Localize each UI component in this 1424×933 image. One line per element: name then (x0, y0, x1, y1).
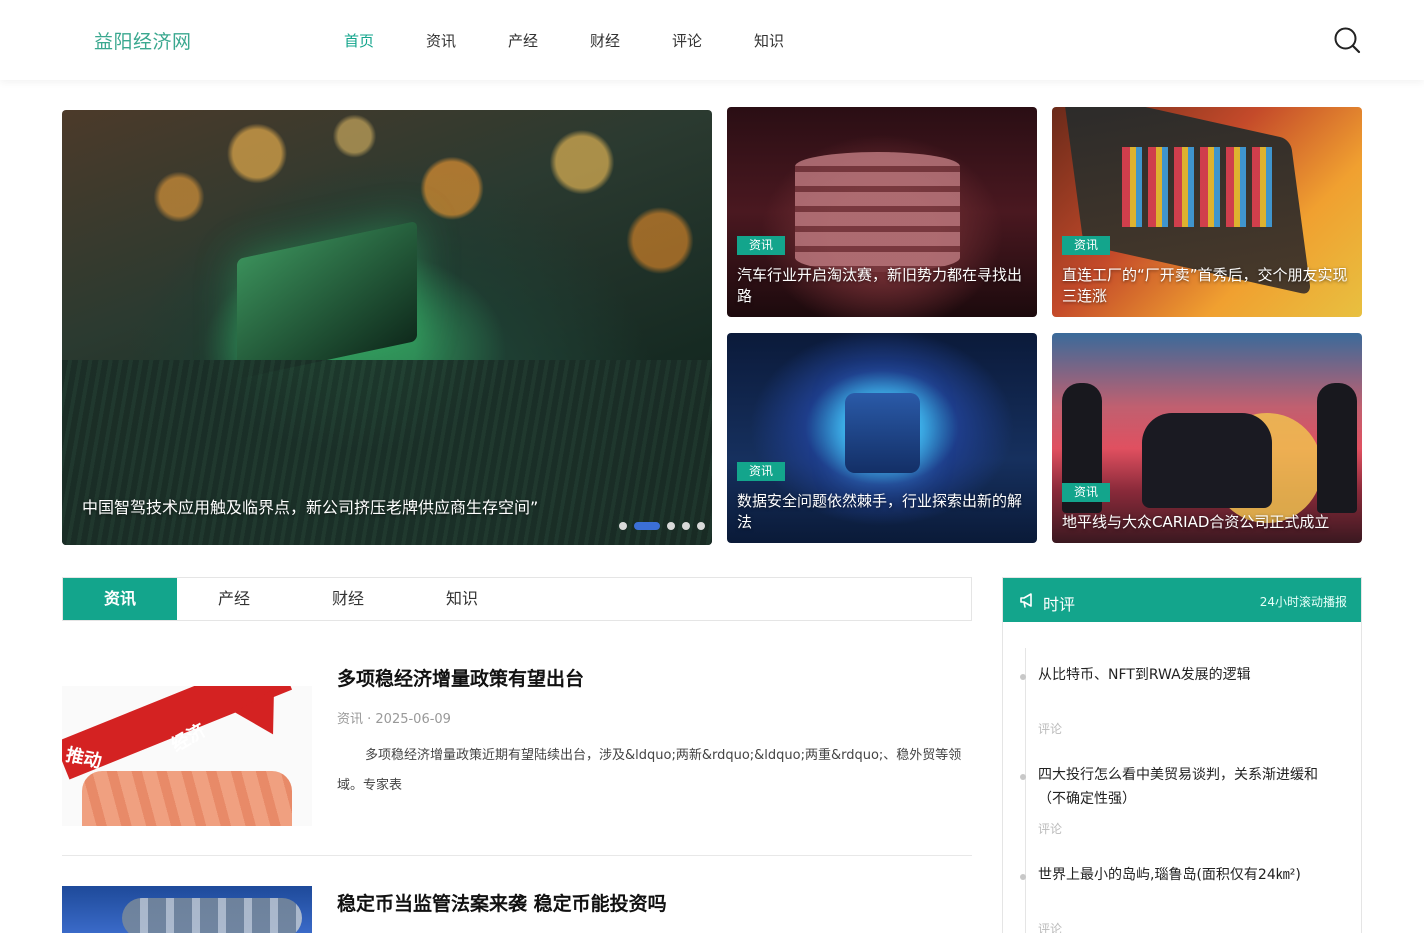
comment-item[interactable]: 从比特币、NFT到RWA发展的逻辑 (1038, 663, 1338, 687)
main-nav: 首页 资讯 产经 财经 评论 知识 (344, 30, 836, 51)
lock-icon (845, 393, 920, 473)
comment-tag[interactable]: 评论 (1038, 920, 1062, 933)
card-image-bars (1122, 147, 1272, 227)
slider-dots (615, 522, 708, 530)
search-icon[interactable] (1333, 26, 1361, 54)
card-image-stack (795, 152, 960, 272)
megaphone-icon (1020, 593, 1032, 608)
feature-card-auto[interactable]: 资讯 汽车行业开启淘汰赛，新旧势力都在寻找出路 (727, 107, 1037, 317)
hero-title[interactable]: 中国智驾技术应用触及临界点，新公司挤压老牌供应商生存空间” (82, 494, 538, 518)
timeline-dot (1020, 774, 1026, 780)
sidebar-title: 时评 (1043, 595, 1076, 614)
timeline-line (1025, 648, 1026, 933)
thumb-image-hands (82, 771, 292, 826)
timeline-dot (1020, 874, 1026, 880)
article-title[interactable]: 稳定币当监管法案来袭 稳定币能投资吗 (337, 889, 667, 916)
card-title[interactable]: 汽车行业开启淘汰赛，新旧势力都在寻找出路 (737, 265, 1027, 307)
nav-item-finance[interactable]: 财经 (590, 30, 672, 51)
site-header: 益阳经济网 首页 资讯 产经 财经 评论 知识 (0, 0, 1424, 80)
card-image-person (1317, 383, 1357, 513)
category-tag[interactable]: 资讯 (737, 462, 785, 481)
slider-dot[interactable] (666, 522, 675, 530)
tab-news[interactable]: 资讯 (63, 578, 177, 620)
article-thumbnail[interactable]: 推动 经济 (62, 686, 312, 826)
category-tabs: 资讯 产经 财经 知识 (62, 577, 972, 621)
card-title[interactable]: 地平线与大众CARIAD合资公司正式成立 (1062, 512, 1352, 533)
nav-item-home[interactable]: 首页 (344, 30, 426, 51)
sidebar-subtitle: 24小时滚动播报 (1259, 595, 1347, 609)
nav-item-knowledge[interactable]: 知识 (754, 30, 836, 51)
thumb-image-coins (122, 898, 302, 933)
divider (62, 855, 972, 856)
category-tag[interactable]: 资讯 (1062, 236, 1110, 255)
category-tag[interactable]: 资讯 (737, 236, 785, 255)
article-title[interactable]: 多项稳经济增量政策有望出台 (337, 664, 584, 691)
comment-tag[interactable]: 评论 (1038, 820, 1062, 837)
card-title[interactable]: 数据安全问题依然棘手，行业探索出新的解法 (737, 491, 1027, 533)
card-title[interactable]: 直连工厂的“厂开卖”首秀后，交个朋友实现三连涨 (1062, 265, 1352, 307)
nav-item-comment[interactable]: 评论 (672, 30, 754, 51)
comment-item[interactable]: 世界上最小的岛屿,瑙鲁岛(面积仅有24㎞²) (1038, 863, 1338, 887)
comment-tag[interactable]: 评论 (1038, 720, 1062, 737)
feature-card-factory[interactable]: 资讯 直连工厂的“厂开卖”首秀后，交个朋友实现三连涨 (1052, 107, 1362, 317)
sidebar-header: 时评 24小时滚动播报 (1003, 578, 1361, 622)
comment-item[interactable]: 四大投行怎么看中美贸易谈判，关系渐进缓和（不确定性强） (1038, 763, 1338, 811)
article-excerpt: 多项稳经济增量政策近期有望陆续出台，涉及&ldquo;两新&rdquo;&ldq… (337, 748, 962, 793)
nav-item-industry[interactable]: 产经 (508, 30, 590, 51)
tab-finance[interactable]: 财经 (291, 578, 405, 620)
tab-knowledge[interactable]: 知识 (405, 578, 519, 620)
slider-dot[interactable] (618, 522, 627, 530)
feature-card-horizon[interactable]: 资讯 地平线与大众CARIAD合资公司正式成立 (1052, 333, 1362, 543)
slider-dot[interactable] (696, 522, 705, 530)
slider-dot[interactable] (681, 522, 690, 530)
timeline-dot (1020, 674, 1026, 680)
sidebar-comments: 时评 24小时滚动播报 从比特币、NFT到RWA发展的逻辑 评论 四大投行怎么看… (1002, 577, 1362, 933)
nav-item-news[interactable]: 资讯 (426, 30, 508, 51)
article-thumbnail[interactable] (62, 886, 312, 933)
card-image-car (1142, 413, 1272, 508)
tab-industry[interactable]: 产经 (177, 578, 291, 620)
article-meta: 资讯 · 2025-06-09 (337, 712, 451, 727)
feature-card-security[interactable]: 资讯 数据安全问题依然棘手，行业探索出新的解法 (727, 333, 1037, 543)
hero-image-chip (237, 220, 417, 380)
hero-slider[interactable]: 中国智驾技术应用触及临界点，新公司挤压老牌供应商生存空间” (62, 110, 712, 545)
slider-dot-active[interactable] (633, 522, 660, 530)
category-tag[interactable]: 资讯 (1062, 483, 1110, 502)
site-logo[interactable]: 益阳经济网 (94, 27, 192, 54)
